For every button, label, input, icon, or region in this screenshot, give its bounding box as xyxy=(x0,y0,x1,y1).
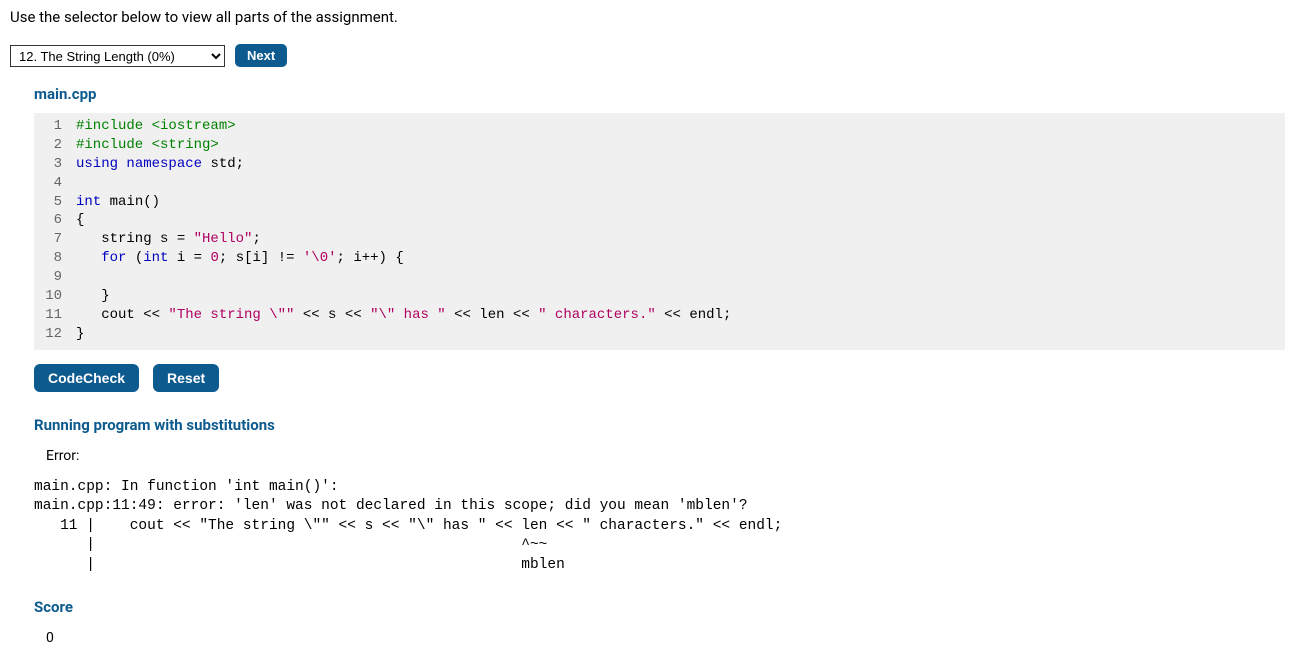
reset-button[interactable]: Reset xyxy=(153,364,219,392)
part-selector[interactable]: 12. The String Length (0%) xyxy=(10,45,225,67)
code-editor[interactable]: 1#include <iostream>2#include <string>3u… xyxy=(34,113,1285,350)
code-line[interactable]: 8 for (int i = 0; s[i] != '\0'; i++) { xyxy=(34,249,1285,268)
line-number: 8 xyxy=(34,249,76,268)
line-number: 4 xyxy=(34,174,76,193)
line-number: 2 xyxy=(34,136,76,155)
code-text[interactable]: string s = "Hello"; xyxy=(76,230,1285,249)
code-text[interactable]: int main() xyxy=(76,193,1285,212)
code-line[interactable]: 12} xyxy=(34,325,1285,344)
code-line[interactable]: 9 xyxy=(34,268,1285,287)
code-line[interactable]: 2#include <string> xyxy=(34,136,1285,155)
code-line[interactable]: 4 xyxy=(34,174,1285,193)
instruction-text: Use the selector below to view all parts… xyxy=(10,8,1285,26)
code-text[interactable]: } xyxy=(76,325,1285,344)
codecheck-button[interactable]: CodeCheck xyxy=(34,364,139,392)
code-text[interactable]: cout << "The string \"" << s << "\" has … xyxy=(76,306,1285,325)
score-heading: Score xyxy=(34,598,1285,616)
score-value: 0 xyxy=(34,630,1285,646)
line-number: 5 xyxy=(34,193,76,212)
code-text[interactable] xyxy=(76,174,1285,193)
code-line[interactable]: 6{ xyxy=(34,211,1285,230)
code-text[interactable]: { xyxy=(76,211,1285,230)
code-text[interactable] xyxy=(76,268,1285,287)
line-number: 11 xyxy=(34,306,76,325)
code-text[interactable]: for (int i = 0; s[i] != '\0'; i++) { xyxy=(76,249,1285,268)
code-text[interactable]: } xyxy=(76,287,1285,306)
code-text[interactable]: #include <string> xyxy=(76,136,1285,155)
code-line[interactable]: 3using namespace std; xyxy=(34,155,1285,174)
filename-label: main.cpp xyxy=(34,85,1285,103)
error-output: main.cpp: In function 'int main()': main… xyxy=(34,478,1285,576)
selector-row: 12. The String Length (0%) Next xyxy=(10,44,1285,67)
content-area: main.cpp 1#include <iostream>2#include <… xyxy=(10,85,1285,646)
code-line[interactable]: 7 string s = "Hello"; xyxy=(34,230,1285,249)
code-text[interactable]: using namespace std; xyxy=(76,155,1285,174)
code-line[interactable]: 10 } xyxy=(34,287,1285,306)
next-button[interactable]: Next xyxy=(235,44,287,67)
line-number: 3 xyxy=(34,155,76,174)
line-number: 6 xyxy=(34,211,76,230)
action-row: CodeCheck Reset xyxy=(34,364,1285,392)
code-line[interactable]: 1#include <iostream> xyxy=(34,117,1285,136)
line-number: 7 xyxy=(34,230,76,249)
code-line[interactable]: 11 cout << "The string \"" << s << "\" h… xyxy=(34,306,1285,325)
line-number: 12 xyxy=(34,325,76,344)
result-heading: Running program with substitutions xyxy=(34,416,1285,434)
line-number: 1 xyxy=(34,117,76,136)
code-text[interactable]: #include <iostream> xyxy=(76,117,1285,136)
error-label: Error: xyxy=(34,448,1285,464)
line-number: 9 xyxy=(34,268,76,287)
line-number: 10 xyxy=(34,287,76,306)
code-line[interactable]: 5int main() xyxy=(34,193,1285,212)
